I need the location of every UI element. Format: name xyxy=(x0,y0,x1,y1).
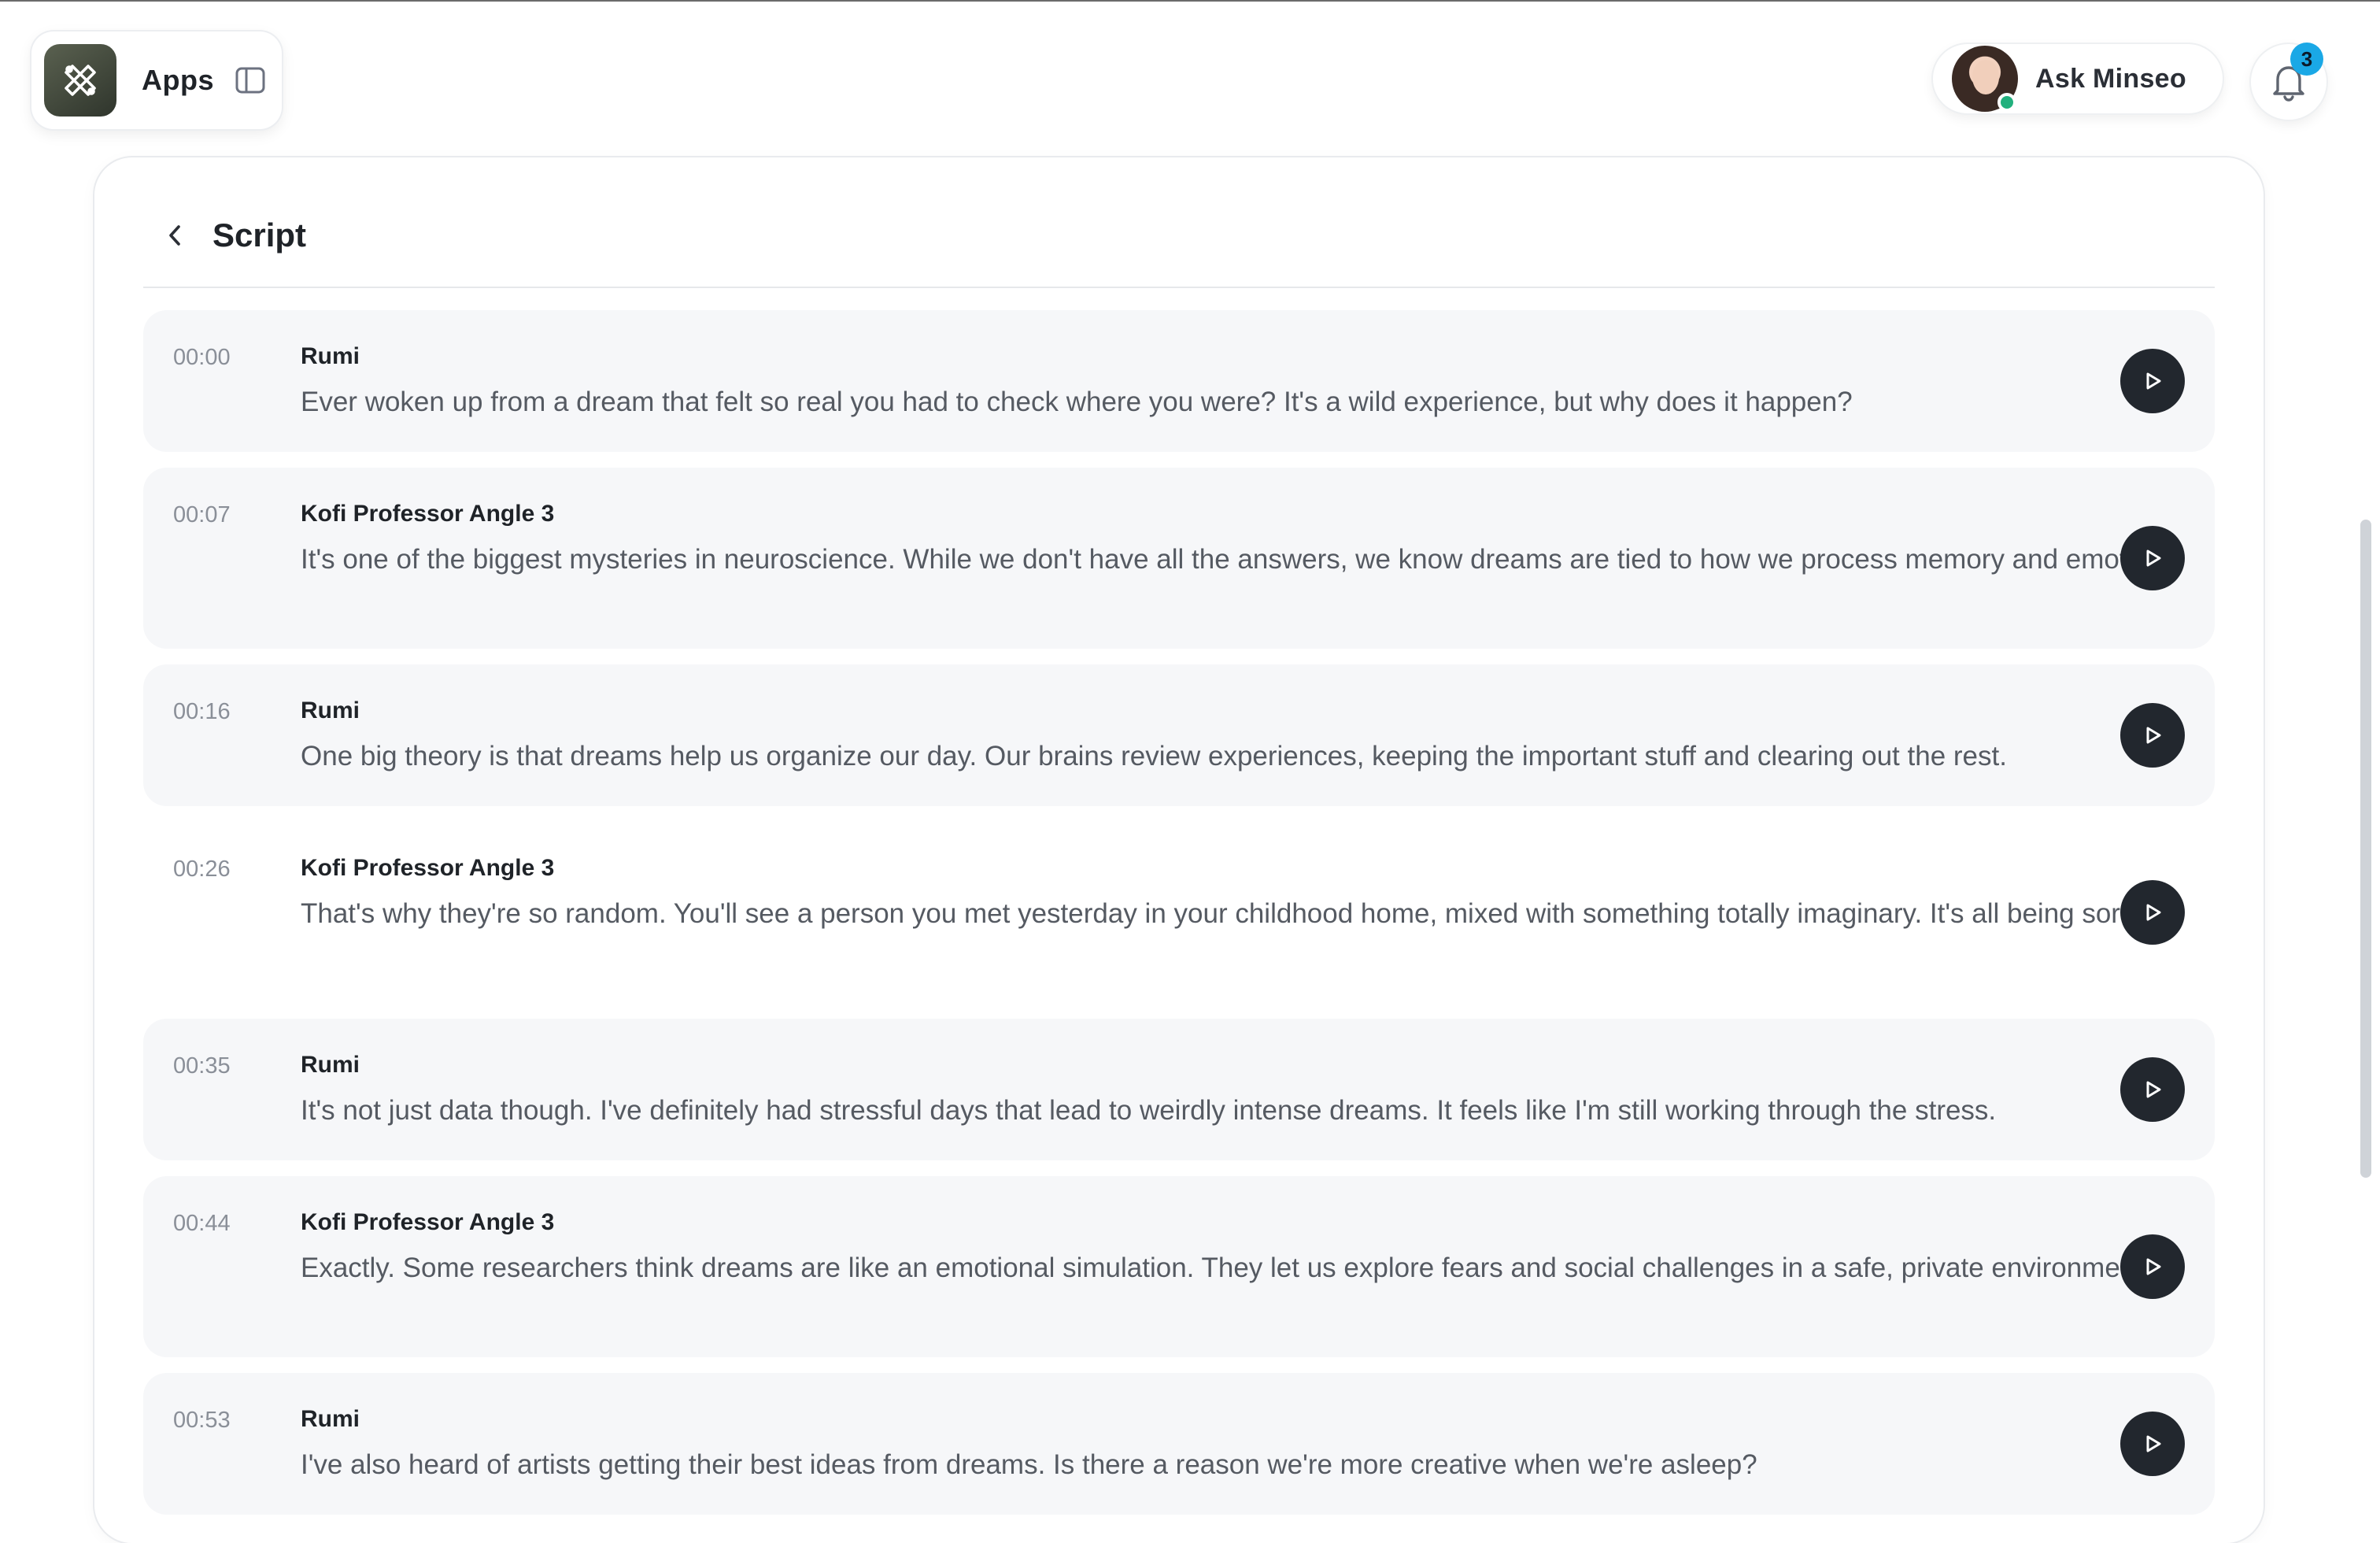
speaker-name: Kofi Professor Angle 3 xyxy=(301,1209,555,1235)
play-button[interactable] xyxy=(2120,526,2185,590)
script-row: 00:00 Rumi Ever woken up from a dream th… xyxy=(143,310,2215,452)
script-panel: Script 00:00 Rumi Ever woken up from a d… xyxy=(94,157,2264,1543)
script-line[interactable]: It's one of the biggest mysteries in neu… xyxy=(301,540,2190,579)
play-button[interactable] xyxy=(2120,1234,2185,1299)
play-button[interactable] xyxy=(2120,703,2185,768)
page-title: Script xyxy=(213,216,307,253)
speaker-name: Rumi xyxy=(301,1052,360,1078)
timestamp[interactable]: 00:35 xyxy=(173,1053,231,1079)
script-line[interactable]: It's not just data though. I've definite… xyxy=(301,1091,2190,1130)
speaker-name: Rumi xyxy=(301,697,360,723)
scrollbar-thumb[interactable] xyxy=(2360,520,2371,1178)
speaker-name: Rumi xyxy=(301,343,360,369)
play-icon xyxy=(2146,1435,2161,1452)
play-icon xyxy=(2146,727,2161,744)
speaker-name: Kofi Professor Angle 3 xyxy=(301,501,555,527)
script-row: 00:16 Rumi One big theory is that dreams… xyxy=(143,664,2215,806)
ask-label: Ask Minseo xyxy=(2035,63,2186,94)
apps-label: Apps xyxy=(142,64,214,96)
play-icon xyxy=(2146,1258,2161,1275)
script-line[interactable]: That's why they're so random. You'll see… xyxy=(301,894,2190,934)
script-row: 00:26 Kofi Professor Angle 3 That's why … xyxy=(143,822,2215,1003)
chevron-left-icon xyxy=(169,225,180,246)
avatar xyxy=(1952,46,2018,112)
script-line[interactable]: I've also heard of artists getting their… xyxy=(301,1445,2190,1485)
script-list: 00:00 Rumi Ever woken up from a dream th… xyxy=(143,310,2215,1530)
play-icon xyxy=(2146,372,2161,390)
back-button[interactable] xyxy=(153,213,197,257)
timestamp[interactable]: 00:16 xyxy=(173,699,231,725)
notifications-button[interactable]: 3 xyxy=(2251,43,2326,120)
script-row: 00:35 Rumi It's not just data though. I'… xyxy=(143,1019,2215,1160)
play-icon xyxy=(2146,904,2161,921)
script-row: 00:07 Kofi Professor Angle 3 It's one of… xyxy=(143,468,2215,649)
script-line[interactable]: Exactly. Some researchers think dreams a… xyxy=(301,1249,2190,1288)
play-icon xyxy=(2146,549,2161,567)
timestamp[interactable]: 00:26 xyxy=(173,857,231,883)
panel-header: Script xyxy=(143,206,2215,288)
play-button[interactable] xyxy=(2120,880,2185,945)
apps-menu[interactable]: Apps xyxy=(31,31,282,129)
speaker-name: Rumi xyxy=(301,1406,360,1432)
apps-logo-icon xyxy=(44,44,116,117)
play-icon xyxy=(2146,1081,2161,1098)
ask-assistant-button[interactable]: Ask Minseo xyxy=(1933,44,2223,113)
sidebar-toggle-icon[interactable] xyxy=(235,65,266,96)
play-button[interactable] xyxy=(2120,1412,2185,1476)
play-button[interactable] xyxy=(2120,1057,2185,1122)
avatar-face xyxy=(1972,60,1999,94)
script-line[interactable]: Ever woken up from a dream that felt so … xyxy=(301,383,2190,422)
top-border xyxy=(0,0,2380,2)
timestamp[interactable]: 00:44 xyxy=(173,1211,231,1237)
online-status-dot xyxy=(1998,93,2016,112)
script-row: 00:53 Rumi I've also heard of artists ge… xyxy=(143,1373,2215,1515)
speaker-name: Kofi Professor Angle 3 xyxy=(301,855,555,881)
script-row: 00:44 Kofi Professor Angle 3 Exactly. So… xyxy=(143,1176,2215,1357)
script-line[interactable]: One big theory is that dreams help us or… xyxy=(301,737,2190,776)
timestamp[interactable]: 00:00 xyxy=(173,345,231,371)
timestamp[interactable]: 00:07 xyxy=(173,502,231,528)
timestamp[interactable]: 00:53 xyxy=(173,1408,231,1434)
play-button[interactable] xyxy=(2120,349,2185,413)
notification-badge: 3 xyxy=(2290,43,2323,76)
